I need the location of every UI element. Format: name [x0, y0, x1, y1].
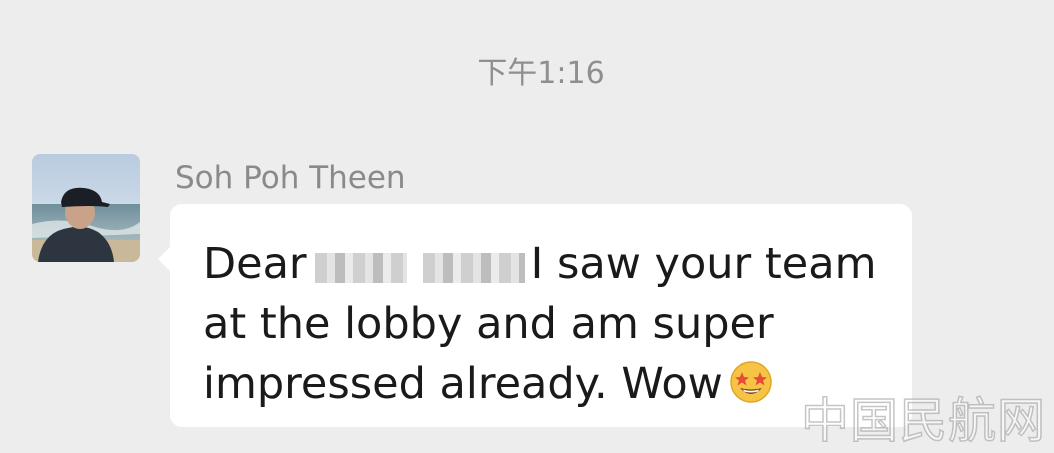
message-timestamp: 下午1:16	[477, 56, 605, 91]
sender-avatar[interactable]	[32, 154, 140, 262]
watermark: 中国民航网	[800, 392, 1046, 450]
redacted-name-part-1	[314, 253, 407, 283]
avatar-photo	[32, 154, 140, 262]
message-text-start: Dear	[203, 239, 307, 289]
sender-name: Soh Poh Theen	[175, 160, 406, 196]
star-struck-emoji-icon	[729, 360, 773, 420]
message-text: Dear I saw your team at the lobby and am …	[203, 234, 882, 420]
bubble-tail	[158, 246, 171, 272]
redacted-name-part-2	[422, 253, 525, 283]
